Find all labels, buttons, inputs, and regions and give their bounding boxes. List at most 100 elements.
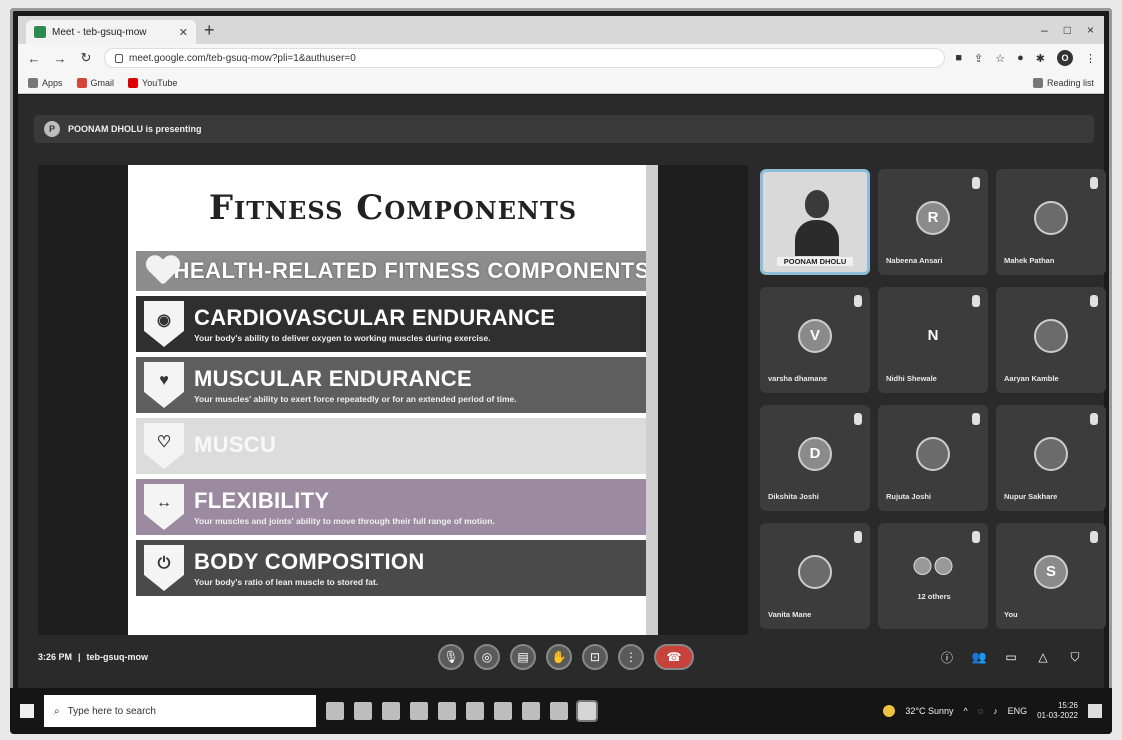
gmail-icon	[76, 77, 87, 88]
tab-close-icon[interactable]: ✕	[179, 26, 188, 39]
chat-icon[interactable]: ▭	[1002, 648, 1020, 666]
app-icon[interactable]	[494, 702, 512, 720]
volume-icon[interactable]: ♪	[993, 706, 998, 716]
lock-icon	[115, 53, 123, 63]
bookmark-apps[interactable]: Apps	[28, 77, 63, 88]
windows-start-icon[interactable]	[20, 704, 34, 718]
component-description: Your muscles and joints' ability to move…	[194, 516, 495, 526]
meeting-info: 3:26 PM | teb-gsuq-mow	[38, 652, 338, 662]
share-icon[interactable]: ⇪	[974, 52, 983, 65]
maximize-button[interactable]: □	[1064, 23, 1071, 37]
mic-muted-icon	[972, 531, 980, 543]
camera-button[interactable]: ◎	[474, 644, 500, 670]
bookmark-star-icon[interactable]: ☆	[995, 52, 1005, 65]
tray-chevron-icon[interactable]: ^	[963, 706, 967, 716]
taskbar-clock[interactable]: 15:26 01-03-2022	[1037, 701, 1078, 721]
mic-muted-icon	[1090, 531, 1098, 543]
mic-muted-icon	[854, 295, 862, 307]
camera-indicator-icon[interactable]: ■	[955, 52, 962, 64]
participant-tile[interactable]: V varsha dhamane	[760, 287, 870, 393]
people-icon[interactable]: 👥	[970, 648, 988, 666]
bookmark-label: YouTube	[142, 77, 178, 88]
active-app-icon[interactable]	[576, 700, 598, 722]
reading-list-button[interactable]: Reading list	[1032, 77, 1094, 88]
bookmark-youtube[interactable]: YouTube	[128, 77, 178, 88]
app-icon[interactable]	[522, 702, 540, 720]
cortana-icon[interactable]	[326, 702, 344, 720]
reload-icon[interactable]: ↻	[78, 50, 94, 66]
participant-avatar	[1034, 318, 1068, 353]
address-bar-row: ← → ↻ meet.google.com/teb-gsuq-mow?pli=1…	[18, 44, 1104, 72]
notifications-icon[interactable]	[1088, 704, 1102, 718]
present-button[interactable]: ⊡	[582, 644, 608, 670]
participant-tile[interactable]: POONAM DHOLU	[760, 169, 870, 275]
participant-name: varsha dhamane	[768, 374, 828, 383]
store-icon[interactable]	[438, 702, 456, 720]
bookmark-gmail[interactable]: Gmail	[76, 77, 115, 88]
component-row: ♡ MUSCU	[136, 418, 650, 474]
forward-arrow-icon[interactable]: →	[52, 51, 68, 66]
participant-tile[interactable]: D Dikshita Joshi	[760, 405, 870, 511]
dropbox-icon[interactable]	[466, 702, 484, 720]
back-arrow-icon[interactable]: ←	[26, 51, 42, 66]
more-options-button[interactable]: ⋮	[618, 644, 644, 670]
taskbar-search-box[interactable]: ⌕ Type here to search	[44, 695, 316, 727]
heart-icon	[146, 256, 166, 286]
puzzle-icon[interactable]: ✱	[1036, 52, 1045, 65]
leave-call-button[interactable]: ☎	[654, 644, 694, 670]
participant-tile[interactable]: Rujuta Joshi	[878, 405, 988, 511]
component-title: FLEXIBILITY	[194, 488, 330, 513]
activities-icon[interactable]: △	[1034, 648, 1052, 666]
participant-tile[interactable]: N Nidhi Shewale	[878, 287, 988, 393]
participant-name: Vanita Mane	[768, 610, 812, 619]
participant-video	[793, 186, 841, 256]
bookmark-label: Gmail	[90, 77, 115, 88]
captions-button[interactable]: ▤	[510, 644, 536, 670]
chrome-icon[interactable]	[382, 702, 400, 720]
presenting-banner[interactable]: P POONAM DHOLU is presenting	[34, 115, 1094, 143]
app-icon[interactable]	[550, 702, 568, 720]
self-tile[interactable]: S You	[996, 523, 1106, 629]
component-row: ⏻ BODY COMPOSITION Your body's ratio of …	[136, 540, 650, 596]
participant-tile[interactable]: Vanita Mane	[760, 523, 870, 629]
window-controls: – □ ×	[1041, 23, 1104, 37]
new-tab-button[interactable]: +	[204, 21, 215, 39]
participant-tile[interactable]: Mahek Pathan	[996, 169, 1106, 275]
profile-avatar-icon[interactable]: O	[1057, 50, 1073, 66]
network-icon[interactable]: ◌	[978, 706, 983, 716]
close-window-button[interactable]: ×	[1087, 23, 1094, 37]
mic-muted-icon	[972, 413, 980, 425]
extension-icon[interactable]: ●	[1017, 52, 1024, 64]
weather-text[interactable]: 32°C Sunny	[905, 706, 953, 716]
meeting-time: 3:26 PM	[38, 652, 73, 662]
participant-tile[interactable]: Aaryan Kamble	[996, 287, 1106, 393]
presentation-slide: Fitness Components HEALTH-RELATED FITNES…	[128, 165, 658, 635]
host-controls-icon[interactable]: ⛉	[1066, 648, 1084, 666]
participant-avatar: N	[916, 318, 950, 353]
participant-tile[interactable]: Nupur Sakhare	[996, 405, 1106, 511]
info-icon[interactable]: ⓘ	[938, 648, 956, 666]
search-icon: ⌕	[54, 705, 60, 717]
mic-muted-icon	[854, 531, 862, 543]
participant-tile[interactable]: R Nabeena Ansari	[878, 169, 988, 275]
file-explorer-icon[interactable]	[410, 702, 428, 720]
component-title: MUSCU	[194, 432, 277, 457]
reading-list-icon	[1032, 77, 1043, 88]
language-indicator[interactable]: ENG	[1008, 706, 1028, 716]
menu-dots-icon[interactable]: ⋮	[1085, 52, 1096, 65]
participant-name: Nabeena Ansari	[886, 256, 943, 265]
others-tile[interactable]: 12 others	[878, 523, 988, 629]
meeting-code: teb-gsuq-mow	[86, 652, 149, 662]
mic-button[interactable]: 🎙	[438, 644, 464, 670]
presentation-stage: Fitness Components HEALTH-RELATED FITNES…	[38, 165, 748, 635]
component-row: ◉ CARDIOVASCULAR ENDURANCE Your body's a…	[136, 296, 650, 352]
browser-tab[interactable]: Meet - teb-gsuq-mow ✕	[26, 20, 196, 44]
participant-name: Rujuta Joshi	[886, 492, 932, 501]
raise-hand-button[interactable]: ✋	[546, 644, 572, 670]
slide-scrollbar[interactable]	[646, 165, 658, 635]
meeting-separator: |	[78, 652, 81, 662]
url-field[interactable]: meet.google.com/teb-gsuq-mow?pli=1&authu…	[104, 48, 946, 68]
task-view-icon[interactable]	[354, 702, 372, 720]
minimize-button[interactable]: –	[1041, 23, 1048, 37]
participant-avatar: D	[798, 436, 832, 471]
